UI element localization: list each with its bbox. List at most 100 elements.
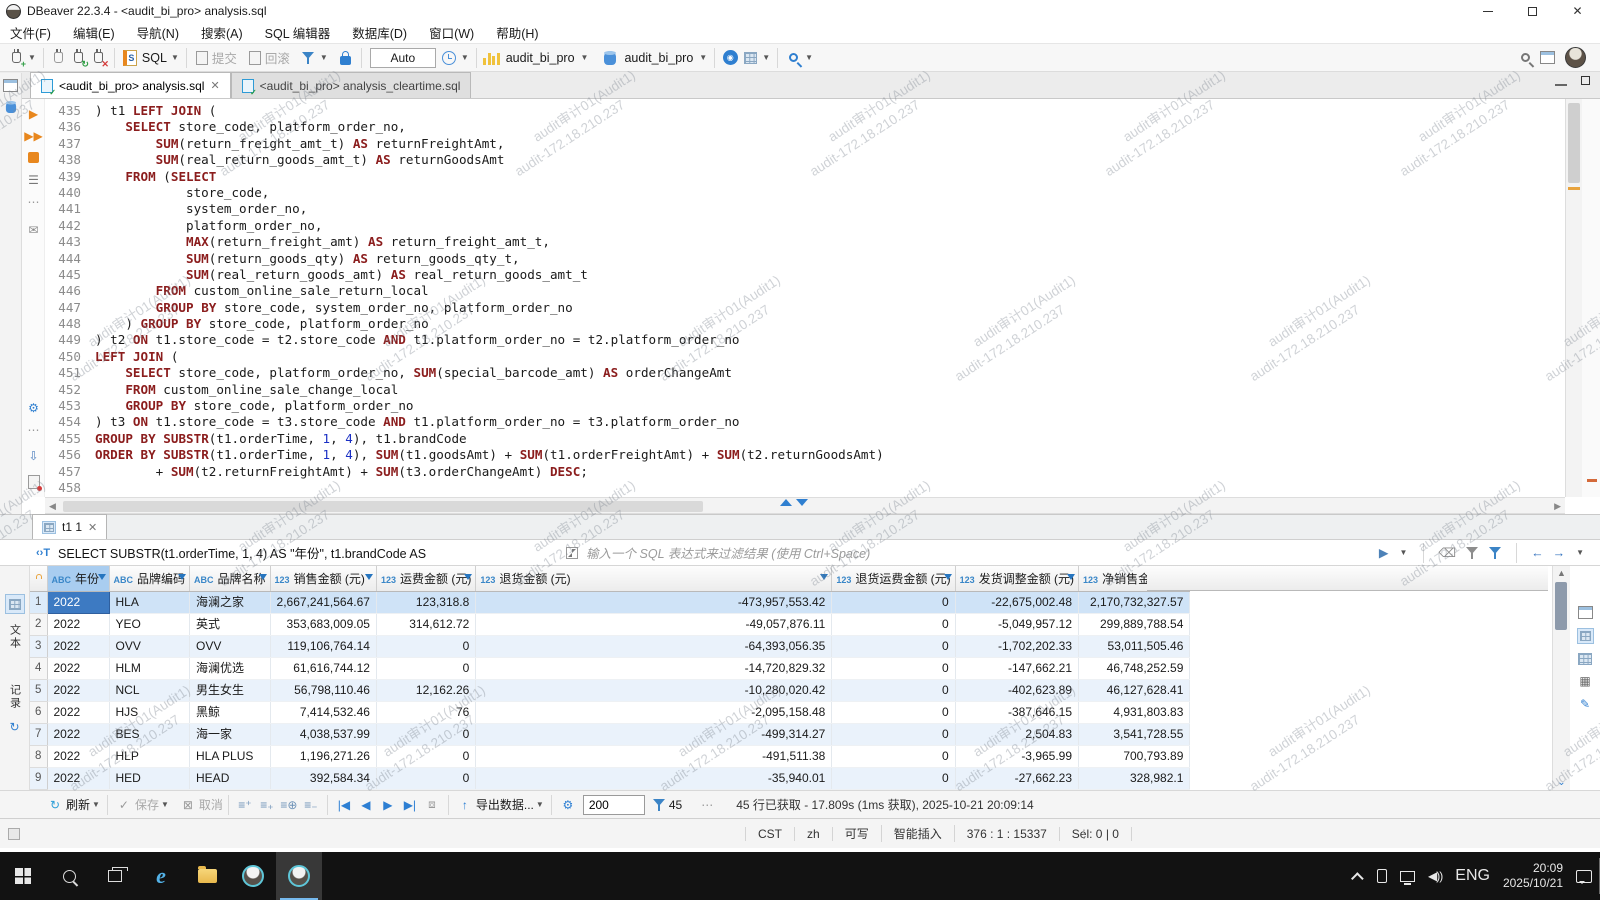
cancel-button[interactable]: 取消: [199, 796, 223, 813]
column-filter-arrow-icon[interactable]: [98, 574, 106, 580]
code-line[interactable]: 449) t2 ON t1.store_code = t2.store_code…: [45, 332, 1548, 348]
status-cell-2[interactable]: 可写: [833, 825, 882, 842]
volume-icon[interactable]: ◀)): [1428, 869, 1442, 883]
column-header-1[interactable]: ABC品牌编码: [109, 566, 190, 591]
export-button[interactable]: 导出数据...: [476, 796, 534, 813]
grid-cell[interactable]: -10,280,020.42: [476, 679, 832, 701]
grid-cell[interactable]: 56,798,110.46: [270, 679, 376, 701]
grid-cell[interactable]: 4,931,803.83: [1079, 701, 1190, 723]
prev-row-icon[interactable]: ◀: [357, 795, 375, 815]
toolbar-overflow-icon[interactable]: ⋯: [698, 795, 716, 815]
grid-cell[interactable]: 2022: [47, 657, 109, 679]
action-center-icon[interactable]: [1576, 870, 1592, 883]
code-line[interactable]: 450LEFT JOIN (: [45, 349, 1548, 365]
edit-value-icon[interactable]: ✎: [1580, 697, 1590, 711]
tab-close-icon[interactable]: ✕: [210, 79, 219, 92]
new-connection-icon[interactable]: +: [6, 47, 26, 69]
row-number[interactable]: 1: [30, 591, 47, 613]
refresh-button[interactable]: 刷新: [66, 796, 90, 813]
minimize-button[interactable]: [1465, 0, 1510, 22]
grid-cell[interactable]: 4,038,537.99: [270, 723, 376, 745]
first-row-icon[interactable]: |◀: [335, 795, 353, 815]
sql-editor-icon[interactable]: S: [120, 47, 140, 69]
column-header-5[interactable]: 123退货金额 (元): [476, 566, 832, 591]
grid-cell[interactable]: 0: [832, 635, 955, 657]
code-line[interactable]: 444 SUM(return_goods_qty) AS return_good…: [45, 251, 1548, 267]
status-cell-0[interactable]: CST: [745, 827, 795, 841]
code-line[interactable]: 457 + SUM(t2.returnFreightAmt) + SUM(t3.…: [45, 464, 1548, 480]
table-row[interactable]: 32022OVVOVV119,106,764.140-64,393,056.35…: [30, 635, 1190, 657]
grid-cell[interactable]: OVV: [190, 635, 271, 657]
scroll-down-icon[interactable]: ⌄: [1553, 777, 1570, 788]
transaction-timer-icon[interactable]: [439, 47, 459, 69]
fetch-page-icon[interactable]: ⧈: [423, 795, 441, 815]
grid-cell[interactable]: 2022: [47, 701, 109, 723]
code-line[interactable]: 456ORDER BY SUBSTR(t1.orderTime, 1, 4), …: [45, 447, 1548, 463]
transaction-log-icon[interactable]: [298, 47, 318, 69]
grid-cell[interactable]: -499,314.27: [476, 723, 832, 745]
start-button[interactable]: [0, 852, 46, 900]
row-number[interactable]: 4: [30, 657, 47, 679]
grid-cell[interactable]: -14,720,829.32: [476, 657, 832, 679]
text-view-tab[interactable]: 文本: [7, 624, 23, 650]
refresh-icon[interactable]: ↻: [46, 795, 64, 815]
search-dropdown[interactable]: ▼: [805, 53, 813, 62]
code-line[interactable]: 451 SELECT store_code, platform_order_no…: [45, 365, 1548, 381]
dbeaver-taskbar-button-active[interactable]: [276, 852, 322, 900]
commit-button[interactable]: 提交: [212, 48, 237, 67]
metadata-panel-icon[interactable]: [1578, 653, 1592, 665]
menu-item-7[interactable]: 帮助(H): [496, 23, 538, 42]
history-forward-icon[interactable]: →: [1553, 546, 1566, 560]
minimize-editor-icon[interactable]: [1555, 84, 1567, 86]
menu-item-3[interactable]: 搜索(A): [201, 23, 243, 42]
grid-cell[interactable]: 119,106,764.14: [270, 635, 376, 657]
table-row[interactable]: 92022HEDHEAD392,584.340-35,940.010-27,66…: [30, 767, 1190, 789]
grid-cell[interactable]: 3,541,728.55: [1079, 723, 1190, 745]
transaction-dropdown[interactable]: ▼: [320, 53, 328, 62]
grid-cell[interactable]: 700,793.89: [1079, 745, 1190, 767]
status-cell-1[interactable]: zh: [795, 827, 833, 841]
table-row[interactable]: 52022NCL男生女生56,798,110.4612,162.26-10,28…: [30, 679, 1190, 701]
grid-cell[interactable]: -473,957,553.42: [476, 591, 832, 613]
schema-select[interactable]: audit_bi_pro: [624, 51, 693, 65]
code-line[interactable]: 446 FROM custom_online_sale_return_local: [45, 283, 1548, 299]
grid-cell[interactable]: 男生女生: [190, 679, 271, 701]
datasource-dropdown[interactable]: ▼: [581, 53, 589, 62]
code-line[interactable]: 435) t1 LEFT JOIN (: [45, 103, 1548, 119]
code-line[interactable]: 438 SUM(real_return_goods_amt_t) AS retu…: [45, 152, 1548, 168]
save-filter-icon[interactable]: [1488, 546, 1502, 560]
grid-settings-gear-icon[interactable]: ⚙: [559, 795, 577, 815]
grid-cell[interactable]: -387,646.15: [955, 701, 1078, 723]
input-language[interactable]: ENG: [1455, 867, 1490, 885]
search-icon[interactable]: [783, 47, 803, 69]
grid-panel-icon[interactable]: [1577, 628, 1594, 644]
grid-cell[interactable]: 海澜优选: [190, 657, 271, 679]
execute-script-icon[interactable]: ▶▶: [25, 127, 42, 144]
grid-cell[interactable]: -491,511.38: [476, 745, 832, 767]
result-tab-close-icon[interactable]: ✕: [88, 521, 97, 534]
next-row-icon[interactable]: ▶: [379, 795, 397, 815]
column-filter-arrow-icon[interactable]: [464, 574, 472, 580]
menu-item-6[interactable]: 窗口(W): [429, 23, 474, 42]
column-header-0[interactable]: ABC年份: [47, 566, 109, 591]
grid-cell[interactable]: YEO: [109, 613, 190, 635]
history-back-icon[interactable]: ←: [1531, 546, 1544, 560]
code-line[interactable]: 439 FROM (SELECT: [45, 169, 1548, 185]
grid-cell[interactable]: 0: [832, 701, 955, 723]
save-button[interactable]: 保存: [135, 796, 159, 813]
reconnect-icon[interactable]: ↻: [69, 47, 89, 69]
result-tab-t1[interactable]: t1 1 ✕: [32, 514, 107, 539]
menu-item-0[interactable]: 文件(F): [10, 23, 51, 42]
grid-cell[interactable]: 0: [376, 767, 475, 789]
save-to-file-icon[interactable]: ⇩: [25, 447, 42, 464]
mail-export-icon[interactable]: ✉: [25, 221, 42, 238]
value-panel-icon[interactable]: [1578, 606, 1593, 619]
fetch-size-input[interactable]: [583, 795, 645, 815]
taskbar-search-button[interactable]: [46, 852, 92, 900]
code-line[interactable]: 458: [45, 480, 1548, 496]
duplicate-row-icon[interactable]: ≡⊕: [280, 795, 298, 815]
clear-filter-icon[interactable]: ⌫: [1438, 545, 1456, 560]
grid-cell[interactable]: 46,127,628.41: [1079, 679, 1190, 701]
code-line[interactable]: 455GROUP BY SUBSTR(t1.orderTime, 1, 4), …: [45, 431, 1548, 447]
grid-cell[interactable]: 海澜之家: [190, 591, 271, 613]
